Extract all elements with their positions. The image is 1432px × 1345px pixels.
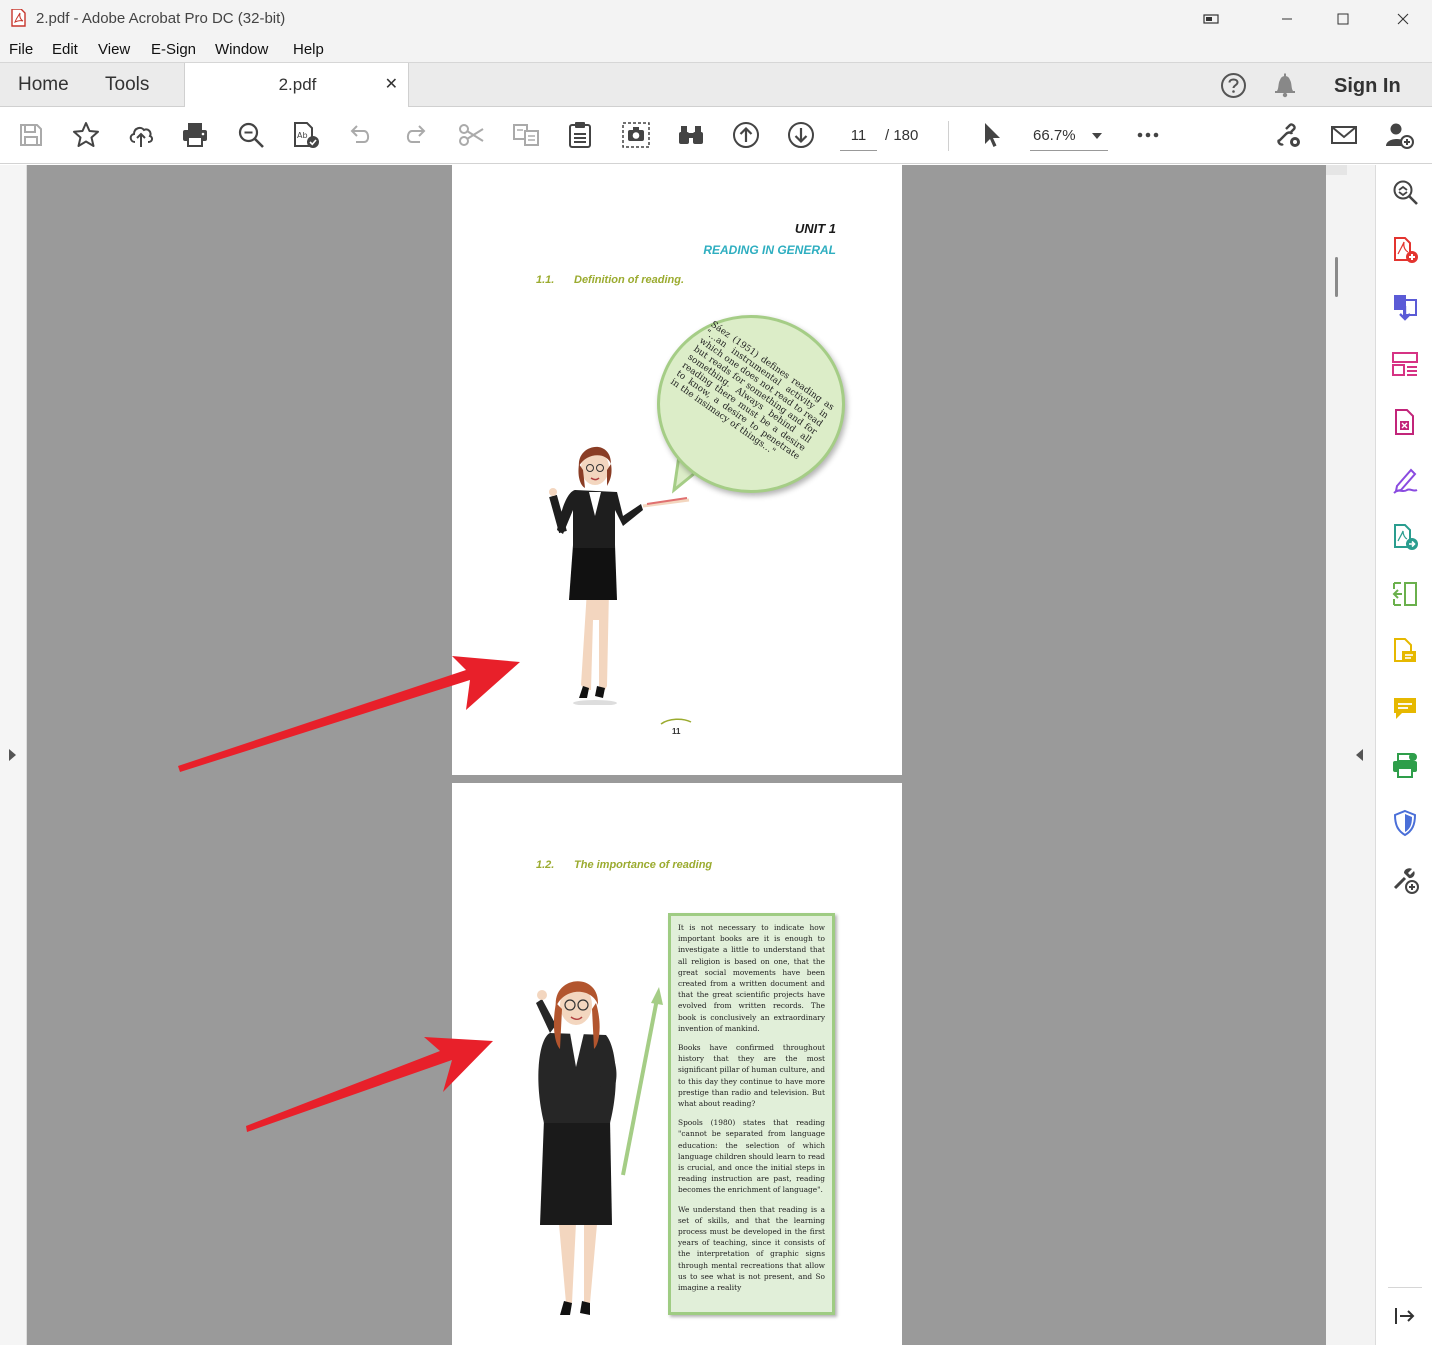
document-area: UNIT 1 READING IN GENERAL 1.1. Definition… xyxy=(0,165,1375,1345)
redo-icon[interactable] xyxy=(400,119,432,151)
clipboard-icon[interactable] xyxy=(564,119,596,151)
text-paragraph: We understand then that reading is a set… xyxy=(678,1204,825,1293)
page-number: 11 xyxy=(672,727,681,736)
document-tab-label: 2.pdf xyxy=(278,75,317,94)
scrollbar-top xyxy=(1326,165,1347,175)
create-pdf-icon[interactable] xyxy=(1390,235,1420,265)
bookmark-star-icon[interactable] xyxy=(70,119,102,151)
menu-bar: File Edit View E-Sign Window Help xyxy=(0,37,1432,63)
section-number: 1.1. xyxy=(536,274,555,286)
expand-right-icon xyxy=(1356,749,1363,761)
tablet-mode-icon[interactable] xyxy=(1188,0,1234,37)
more-tools-icon[interactable] xyxy=(1390,865,1420,895)
page-number-ornament xyxy=(660,718,692,725)
expand-left-icon xyxy=(9,749,16,761)
title-bar: 2.pdf - Adobe Acrobat Pro DC (32-bit) xyxy=(0,0,1432,37)
text-box: It is not necessary to indicate how impo… xyxy=(668,913,835,1315)
cut-icon[interactable] xyxy=(455,119,487,151)
section-title: The importance of reading xyxy=(574,859,713,871)
save-icon[interactable] xyxy=(15,119,47,151)
edit-pdf-icon[interactable] xyxy=(1390,636,1420,666)
text-paragraph: Books have confirmed throughout history … xyxy=(678,1043,825,1109)
upload-cloud-icon[interactable] xyxy=(125,119,157,151)
window-title: 2.pdf - Adobe Acrobat Pro DC (32-bit) xyxy=(36,10,286,27)
menu-esign[interactable]: E-Sign xyxy=(151,41,196,58)
print-icon[interactable] xyxy=(179,119,211,151)
vertical-scrollbar[interactable] xyxy=(1326,165,1347,1345)
page-up-icon[interactable] xyxy=(730,119,762,151)
pdf-page-12: 1.2. The importance of reading It is not … xyxy=(452,783,902,1345)
comment-icon[interactable] xyxy=(1390,693,1420,723)
menu-file[interactable]: File xyxy=(9,41,33,58)
collapse-panel-icon[interactable] xyxy=(1390,1301,1420,1331)
menu-view[interactable]: View xyxy=(98,41,130,58)
main-toolbar: Ab 11 / 180 66.7% xyxy=(0,107,1432,164)
page-total-label: / 180 xyxy=(885,127,919,144)
teacher-illustration xyxy=(536,981,617,1315)
acrobat-app-icon xyxy=(11,9,26,27)
teacher-illustration xyxy=(549,446,690,705)
minimize-button[interactable] xyxy=(1264,0,1310,37)
find-binoculars-icon[interactable] xyxy=(675,119,707,151)
add-user-icon[interactable] xyxy=(1383,119,1415,151)
email-icon[interactable] xyxy=(1328,119,1360,151)
snapshot-icon[interactable] xyxy=(620,119,652,151)
compare-icon[interactable] xyxy=(510,119,542,151)
tab-bar: Home Tools 2.pdf ✕ Sign In xyxy=(0,63,1432,107)
menu-help[interactable]: Help xyxy=(293,41,324,58)
print-production-icon[interactable] xyxy=(1390,751,1420,781)
pdf-page-11: UNIT 1 READING IN GENERAL 1.1. Definition… xyxy=(452,165,902,775)
protect-icon[interactable] xyxy=(1390,808,1420,838)
undo-icon[interactable] xyxy=(344,119,376,151)
close-window-button[interactable] xyxy=(1380,0,1426,37)
sign-in-button[interactable]: Sign In xyxy=(1334,75,1401,98)
spellcheck-icon[interactable]: Ab xyxy=(290,119,322,151)
unit-subtitle: READING IN GENERAL xyxy=(703,243,836,257)
right-panel-toggle[interactable] xyxy=(1347,165,1375,1345)
compress-pdf-icon[interactable] xyxy=(1390,407,1420,437)
menu-window[interactable]: Window xyxy=(215,41,268,58)
page-number-input[interactable]: 11 xyxy=(840,123,877,151)
tools-sidebar xyxy=(1375,165,1432,1345)
scan-ocr-icon[interactable] xyxy=(1390,579,1420,609)
zoom-dropdown[interactable]: 66.7% xyxy=(1030,123,1108,151)
close-tab-icon[interactable]: ✕ xyxy=(385,74,398,94)
zoom-in-icon[interactable] xyxy=(1390,177,1420,207)
section-heading: 1.2. The importance of reading xyxy=(536,859,712,871)
help-icon[interactable] xyxy=(1220,72,1247,99)
fill-sign-icon[interactable] xyxy=(1390,465,1420,495)
tab-home[interactable]: Home xyxy=(18,74,69,96)
scrollbar-thumb[interactable] xyxy=(1335,257,1338,297)
section-number: 1.2. xyxy=(536,859,555,871)
page-down-icon[interactable] xyxy=(785,119,817,151)
svg-text:Ab: Ab xyxy=(297,131,308,140)
section-title: Definition of reading. xyxy=(574,274,684,286)
export-pdf-icon[interactable] xyxy=(1390,292,1420,322)
zoom-search-icon[interactable] xyxy=(235,119,267,151)
more-icon[interactable] xyxy=(1132,119,1164,151)
sidebar-divider xyxy=(1388,1287,1422,1288)
tab-tools[interactable]: Tools xyxy=(105,74,149,96)
text-paragraph: It is not necessary to indicate how impo… xyxy=(678,923,825,1033)
menu-edit[interactable]: Edit xyxy=(52,41,78,58)
left-panel-toggle[interactable] xyxy=(0,165,27,1345)
chevron-down-icon xyxy=(1092,133,1102,139)
section-heading: 1.1. Definition of reading. xyxy=(536,274,684,286)
maximize-button[interactable] xyxy=(1320,0,1366,37)
select-cursor-icon[interactable] xyxy=(975,119,1007,151)
text-paragraph: Spools (1980) states that reading "canno… xyxy=(678,1118,825,1195)
unit-heading: UNIT 1 xyxy=(794,221,836,236)
notifications-bell-icon[interactable] xyxy=(1273,72,1297,98)
share-link-icon[interactable] xyxy=(1272,119,1304,151)
zoom-value: 66.7% xyxy=(1033,127,1076,144)
tab-document[interactable]: 2.pdf ✕ xyxy=(184,63,409,107)
send-review-icon[interactable] xyxy=(1390,522,1420,552)
organize-pages-icon[interactable] xyxy=(1390,349,1420,379)
toolbar-divider xyxy=(948,121,949,151)
